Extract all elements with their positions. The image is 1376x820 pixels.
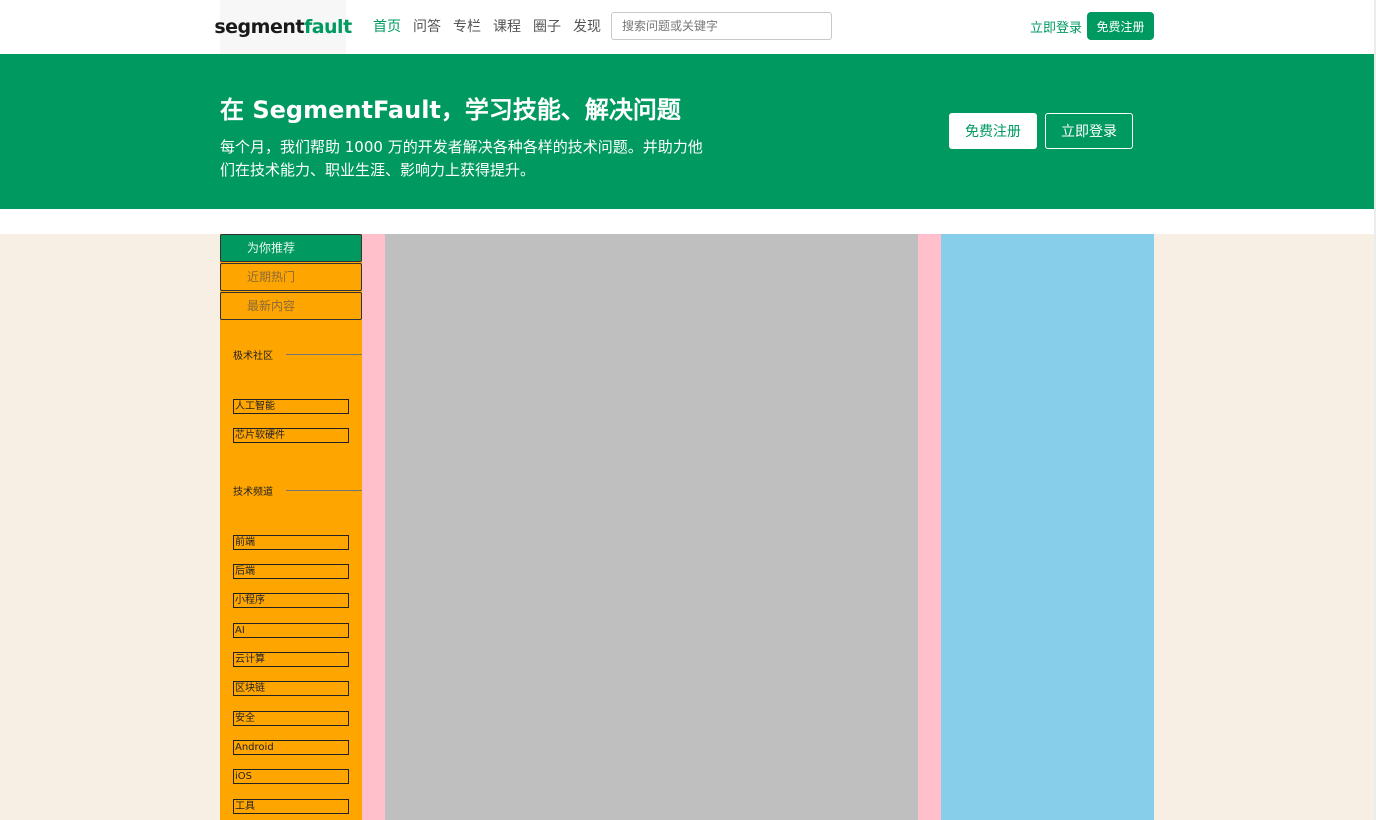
section-divider	[286, 490, 362, 491]
header-register-button[interactable]: 免费注册	[1087, 12, 1154, 40]
left-gutter	[362, 234, 385, 820]
nav-item-columns[interactable]: 专栏	[453, 16, 481, 36]
main-content-area	[385, 234, 918, 820]
hero-title: 在 SegmentFault，学习技能、解决问题	[220, 96, 681, 124]
nav-item-questions[interactable]: 问答	[413, 16, 441, 36]
nav-item-discover[interactable]: 发现	[573, 16, 601, 36]
tab-recommended[interactable]: 为你推荐	[220, 234, 362, 262]
nav-item-courses[interactable]: 课程	[493, 16, 521, 36]
tab-latest[interactable]: 最新内容	[220, 292, 362, 320]
section-label-tech-channel: 技术频道	[233, 487, 273, 498]
search-input[interactable]	[611, 12, 832, 40]
channel-backend[interactable]: 后端	[233, 564, 349, 579]
tab-hot[interactable]: 近期热门	[220, 263, 362, 291]
nav-item-circles[interactable]: 圈子	[533, 16, 561, 36]
channel-android[interactable]: Android	[233, 740, 349, 755]
right-sidebar	[941, 234, 1154, 820]
hero-register-button[interactable]: 免费注册	[949, 113, 1037, 149]
main-nav: 首页 问答 专栏 课程 圈子 发现	[373, 16, 601, 36]
segmentfault-logo[interactable]: segment fault	[214, 0, 352, 54]
channel-miniprogram[interactable]: 小程序	[233, 593, 349, 608]
top-navbar: segmentfault 首页 问答 专栏 课程 圈子 发现 立即登录 免费注册	[0, 0, 1376, 54]
channel-security[interactable]: 安全	[233, 711, 349, 726]
hero-login-button[interactable]: 立即登录	[1045, 113, 1133, 149]
logo-text-fault: fault	[303, 16, 352, 38]
hero-banner: 在 SegmentFault，学习技能、解决问题 每个月，我们帮助 1000 万…	[0, 54, 1376, 209]
section-label-jishu-community: 极术社区	[233, 351, 273, 362]
channel-blockchain[interactable]: 区块链	[233, 681, 349, 696]
spacer	[0, 209, 1376, 234]
logo-text-segment: segment	[214, 16, 304, 38]
right-gutter	[918, 234, 941, 820]
header-login-link[interactable]: 立即登录	[1030, 17, 1082, 36]
left-sidebar: 为你推荐 近期热门 最新内容 极术社区 人工智能 芯片软硬件 技术频道 前端 后…	[220, 234, 362, 820]
section-divider	[286, 354, 362, 355]
hero-subtitle: 每个月，我们帮助 1000 万的开发者解决各种各样的技术问题。并助力他们在技术能…	[220, 138, 703, 179]
channel-cloud[interactable]: 云计算	[233, 652, 349, 667]
channel-tools[interactable]: 工具	[233, 799, 349, 814]
category-ai[interactable]: 人工智能	[233, 399, 349, 414]
nav-item-home[interactable]: 首页	[373, 16, 401, 36]
category-chip-hardware[interactable]: 芯片软硬件	[233, 428, 349, 443]
channel-ios[interactable]: iOS	[233, 769, 349, 784]
channel-ai[interactable]: AI	[233, 623, 349, 638]
channel-frontend[interactable]: 前端	[233, 535, 349, 550]
